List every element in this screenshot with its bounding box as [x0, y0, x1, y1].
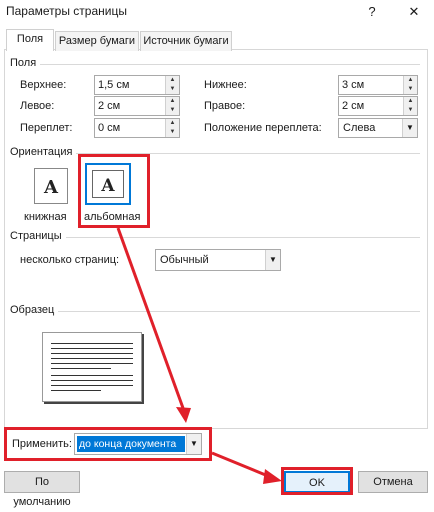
arrowhead-ok-icon — [263, 469, 282, 484]
annotation-arrows — [116, 227, 282, 484]
arrow-line-to-apply — [116, 227, 185, 409]
apply-to-value: до конца документа — [79, 438, 177, 450]
arrowhead-apply-icon — [176, 407, 191, 423]
arrow-line-to-ok — [211, 451, 269, 478]
